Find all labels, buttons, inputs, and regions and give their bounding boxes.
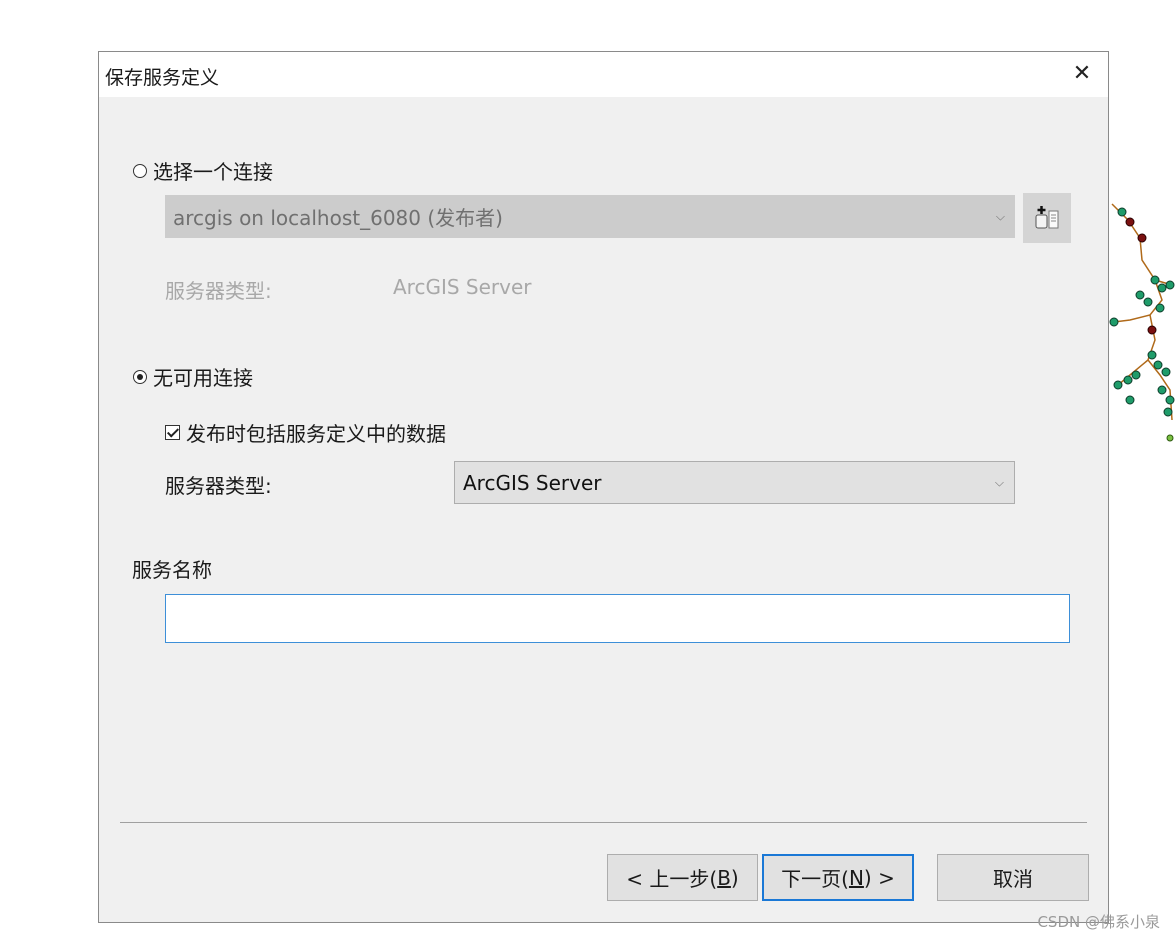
add-server-connection-icon	[1035, 206, 1059, 229]
dialog-titlebar: 保存服务定义 ✕	[99, 52, 1108, 97]
include-data-checkbox-label: 发布时包括服务定义中的数据	[186, 422, 446, 446]
add-connection-button[interactable]	[1023, 193, 1071, 243]
radio-select-connection-label: 选择一个连接	[153, 160, 273, 184]
back-button-label: < 上一步(	[626, 867, 718, 891]
include-data-checkbox[interactable]: 发布时包括服务定义中的数据	[165, 418, 446, 447]
connection-dropdown-value: arcgis on localhost_6080 (发布者)	[173, 206, 503, 230]
next-button-label: 下一页(	[781, 867, 849, 891]
server-type-label-disabled: 服务器类型:	[165, 279, 272, 303]
next-button[interactable]: 下一页(N) >	[762, 854, 914, 901]
radio-no-connection[interactable]: 无可用连接	[133, 362, 253, 391]
service-name-label: 服务名称	[132, 558, 212, 582]
server-type-dropdown[interactable]: ArcGIS Server ⌵	[454, 461, 1015, 504]
back-button-label-end: )	[730, 865, 739, 890]
radio-no-connection-label: 无可用连接	[153, 366, 253, 390]
cancel-button[interactable]: 取消	[937, 854, 1089, 901]
radio-select-connection-indicator[interactable]	[133, 163, 147, 178]
footer-divider	[120, 822, 1087, 823]
back-button-accesskey: B	[717, 865, 731, 890]
back-button[interactable]: < 上一步(B)	[607, 854, 758, 901]
server-type-value-disabled: ArcGIS Server	[393, 275, 532, 299]
service-name-input[interactable]	[165, 594, 1070, 643]
watermark-text: CSDN @佛系小泉	[1037, 913, 1160, 931]
server-type-label: 服务器类型:	[165, 474, 272, 498]
chevron-down-icon: ⌵	[994, 475, 1004, 489]
map-network-background	[1109, 203, 1175, 442]
dialog-title: 保存服务定义	[105, 67, 220, 89]
server-type-dropdown-value: ArcGIS Server	[463, 470, 602, 495]
cancel-button-label: 取消	[993, 867, 1033, 891]
radio-no-connection-indicator[interactable]	[133, 369, 147, 384]
next-button-label-end: ) >	[863, 865, 895, 890]
connection-dropdown[interactable]: arcgis on localhost_6080 (发布者) ⌵	[165, 195, 1015, 238]
chevron-down-icon: ⌵	[995, 209, 1005, 223]
radio-select-connection[interactable]: 选择一个连接	[133, 156, 273, 185]
close-icon[interactable]: ✕	[1070, 62, 1094, 86]
include-data-checkbox-indicator[interactable]	[165, 425, 180, 440]
next-button-accesskey: N	[848, 865, 864, 890]
save-service-definition-dialog: 保存服务定义 ✕ 选择一个连接 arcgis on localhost_6080…	[98, 51, 1109, 923]
